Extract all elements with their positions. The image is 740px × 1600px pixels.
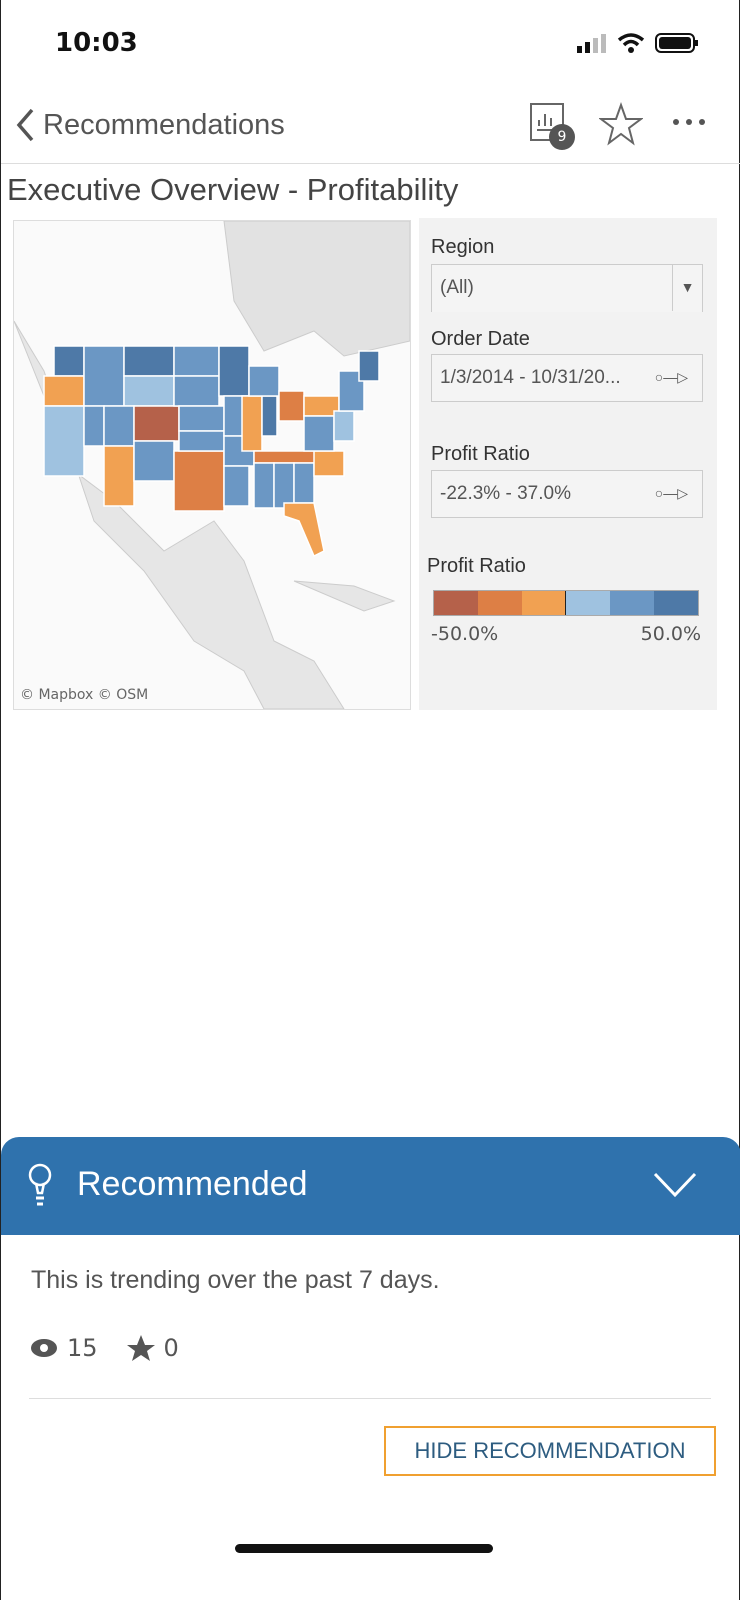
sheets-button[interactable]: 9 [529,102,579,156]
chevron-left-icon [16,108,34,142]
dropdown-arrow-icon[interactable]: ▼ [672,265,702,311]
recommended-title: Recommended [77,1165,308,1203]
legend-swatch [654,591,698,615]
profit-ratio-value: -22.3% - 37.0% [440,483,571,504]
legend-swatch [477,591,522,615]
views-count: 15 [67,1334,98,1362]
profit-ratio-filter-label: Profit Ratio [431,443,530,465]
legend-swatch [521,591,566,615]
region-dropdown[interactable]: (All) ▼ [431,264,703,312]
legend-max-label: 50.0% [640,623,701,645]
favorites-count: 0 [163,1334,179,1362]
map-attribution[interactable]: © Mapbox © OSM [20,687,148,703]
home-indicator[interactable] [235,1544,493,1553]
order-date-filter-label: Order Date [431,328,530,350]
nav-bar: Recommendations 9 [1,100,740,164]
star-icon [126,1335,155,1361]
status-time: 10:03 [55,28,138,58]
profit-ratio-range[interactable]: -22.3% - 37.0% ○—▷ [431,470,703,518]
legend-title: Profit Ratio [427,555,526,577]
recommendation-text: This is trending over the past 7 days. [31,1266,440,1294]
signal-icon [577,34,606,53]
filter-panel: Region (All) ▼ Order Date 1/3/2014 - 10/… [419,218,717,710]
map-canvas [13,220,411,710]
recommended-header[interactable]: Recommended [1,1137,740,1235]
divider [29,1398,711,1399]
back-label: Recommendations [43,108,285,141]
back-button[interactable]: Recommendations [15,108,285,142]
range-slider-icon[interactable]: ○—▷ [655,485,688,502]
range-slider-icon[interactable]: ○—▷ [655,369,688,386]
sheets-count-badge: 9 [549,124,575,150]
order-date-range[interactable]: 1/3/2014 - 10/31/20... ○—▷ [431,354,703,402]
order-date-value: 1/3/2014 - 10/31/20... [440,367,621,388]
wifi-icon [617,33,645,53]
battery-icon [655,33,698,53]
legend-swatch [565,591,611,615]
page-title: Executive Overview - Profitability [7,172,459,207]
eye-icon [31,1339,57,1357]
favorite-star-icon[interactable] [599,102,643,146]
legend-min-label: -50.0% [431,623,499,645]
region-value: (All) [440,277,474,298]
more-options-icon[interactable] [671,116,707,128]
status-icons [577,32,699,54]
recommendation-stats: 15 0 [29,1334,179,1362]
profit-map[interactable]: © Mapbox © OSM [13,220,411,710]
chevron-down-icon[interactable] [653,1171,697,1199]
color-legend [433,590,699,616]
region-filter-label: Region [431,236,495,258]
legend-swatch [610,591,655,615]
legend-swatch [434,591,478,615]
lightbulb-icon [28,1163,52,1206]
hide-recommendation-button[interactable]: HIDE RECOMMENDATION [384,1426,716,1476]
